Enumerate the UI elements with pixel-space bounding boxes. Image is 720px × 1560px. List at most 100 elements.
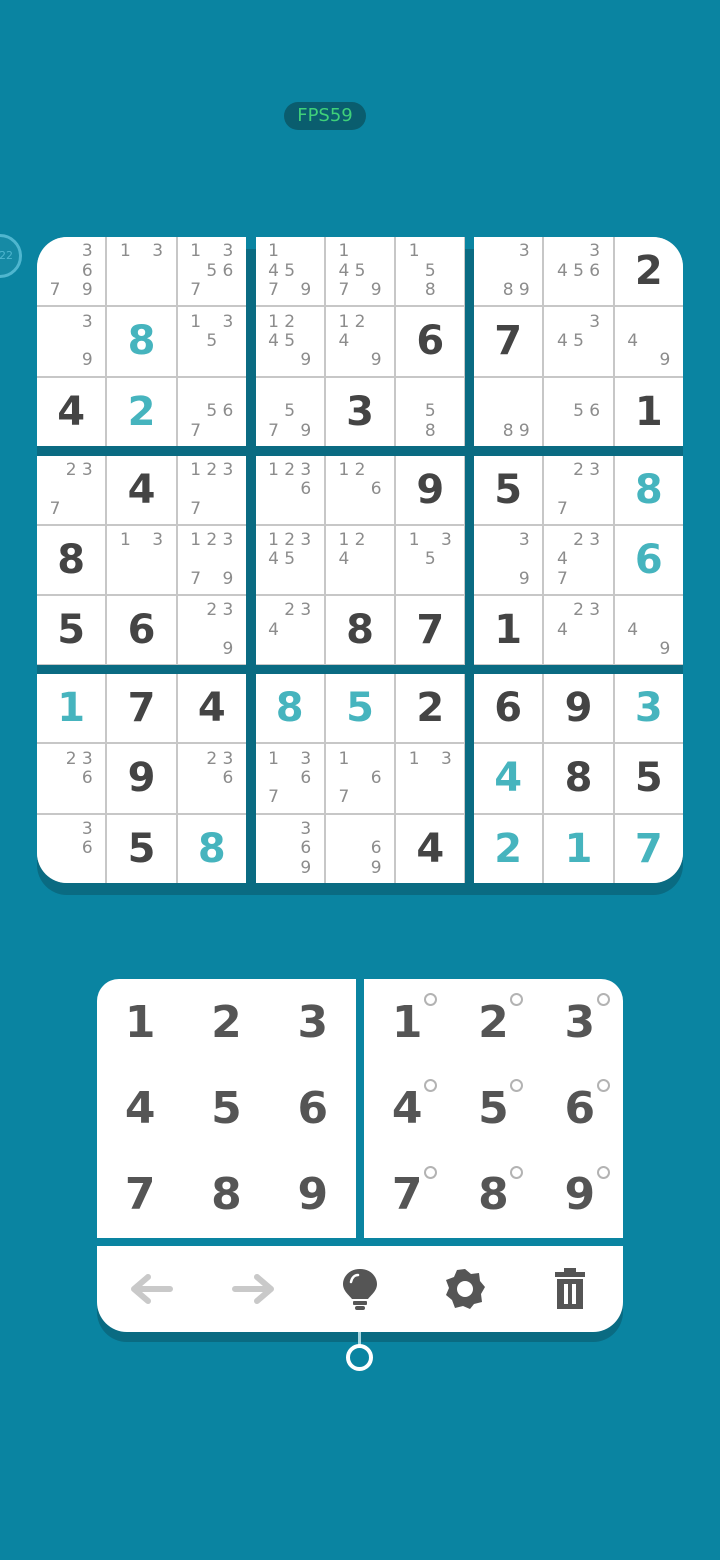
edge-floating-badge[interactable]: 22 xyxy=(0,234,22,278)
board-cell[interactable]: 2 xyxy=(107,377,176,446)
board-cell[interactable]: 1 xyxy=(37,674,106,743)
board-cell[interactable]: 12379 xyxy=(177,525,246,595)
digit-key[interactable]: 5 xyxy=(183,1065,269,1151)
board-cell[interactable]: 6 xyxy=(614,525,683,595)
board-cell[interactable]: 7 xyxy=(614,814,683,883)
board-cell[interactable]: 1 xyxy=(544,814,613,883)
board-cell[interactable]: 369 xyxy=(255,814,324,883)
board-cell[interactable]: 5 xyxy=(107,814,176,883)
redo-button[interactable] xyxy=(225,1259,285,1319)
board-cell[interactable]: 9 xyxy=(544,674,613,743)
delete-button[interactable] xyxy=(540,1259,600,1319)
board-cell[interactable]: 5 xyxy=(37,596,106,665)
board-cell[interactable]: 158 xyxy=(396,237,465,306)
board-cell[interactable]: 234 xyxy=(544,596,613,665)
board-cell[interactable]: 2 xyxy=(474,814,543,883)
board-cell[interactable]: 5 xyxy=(474,455,543,524)
note-key[interactable]: 3 xyxy=(537,979,623,1065)
board-cell[interactable]: 167 xyxy=(325,744,395,813)
note-key[interactable]: 9 xyxy=(537,1152,623,1238)
board-cell[interactable]: 56 xyxy=(544,377,613,446)
board-cell[interactable]: 126 xyxy=(325,455,395,524)
board-cell[interactable]: 7 xyxy=(396,596,465,665)
board-cell[interactable]: 6 xyxy=(396,307,465,376)
board-cell[interactable]: 8 xyxy=(37,525,106,595)
board-cell[interactable]: 237 xyxy=(37,455,106,524)
board-cell[interactable]: 4 xyxy=(37,377,106,446)
board-cell[interactable]: 6 xyxy=(107,596,176,665)
board-cell[interactable]: 2347 xyxy=(544,525,613,595)
digit-key[interactable]: 2 xyxy=(183,979,269,1065)
board-cell[interactable]: 8 xyxy=(107,307,176,376)
board-cell[interactable]: 9 xyxy=(396,455,465,524)
note-key[interactable]: 4 xyxy=(364,1065,450,1151)
note-key[interactable]: 2 xyxy=(450,979,536,1065)
note-key[interactable]: 5 xyxy=(450,1065,536,1151)
board-cell[interactable]: 14579 xyxy=(255,237,324,306)
note-key[interactable]: 7 xyxy=(364,1152,450,1238)
board-cell[interactable]: 236 xyxy=(37,744,106,813)
board-cell[interactable]: 39 xyxy=(37,307,106,376)
digit-key[interactable]: 7 xyxy=(97,1152,183,1238)
board-cell[interactable]: 389 xyxy=(474,237,543,306)
board-cell[interactable]: 58 xyxy=(396,377,465,446)
board-cell[interactable]: 2 xyxy=(396,674,465,743)
board-cell[interactable]: 8 xyxy=(544,744,613,813)
board-cell[interactable]: 8 xyxy=(177,814,246,883)
digit-key[interactable]: 3 xyxy=(270,979,356,1065)
board-cell[interactable]: 7 xyxy=(107,674,176,743)
digit-key[interactable]: 9 xyxy=(270,1152,356,1238)
digit-key[interactable]: 8 xyxy=(183,1152,269,1238)
drag-handle[interactable] xyxy=(346,1344,373,1371)
board-cell[interactable]: 13567 xyxy=(177,237,246,306)
board-cell[interactable]: 579 xyxy=(255,377,324,446)
board-cell[interactable]: 2 xyxy=(614,237,683,306)
board-cell[interactable]: 69 xyxy=(325,814,395,883)
note-key[interactable]: 6 xyxy=(537,1065,623,1151)
digit-key[interactable]: 1 xyxy=(97,979,183,1065)
board-cell[interactable]: 6 xyxy=(474,674,543,743)
board-cell[interactable]: 13 xyxy=(396,744,465,813)
board-cell[interactable]: 567 xyxy=(177,377,246,446)
hint-button[interactable] xyxy=(330,1259,390,1319)
board-cell[interactable]: 1367 xyxy=(255,744,324,813)
board-cell[interactable]: 5 xyxy=(614,744,683,813)
board-cell[interactable]: 12345 xyxy=(255,525,324,595)
board-cell[interactable]: 8 xyxy=(614,455,683,524)
board-cell[interactable]: 89 xyxy=(474,377,543,446)
board-cell[interactable]: 4 xyxy=(177,674,246,743)
undo-button[interactable] xyxy=(120,1259,180,1319)
board-cell[interactable]: 236 xyxy=(177,744,246,813)
board-cell[interactable]: 1236 xyxy=(255,455,324,524)
digit-key[interactable]: 6 xyxy=(270,1065,356,1151)
board-cell[interactable]: 345 xyxy=(544,307,613,376)
board-cell[interactable]: 9 xyxy=(107,744,176,813)
board-cell[interactable]: 234 xyxy=(255,596,324,665)
board-cell[interactable]: 1 xyxy=(474,596,543,665)
board-cell[interactable]: 1 xyxy=(614,377,683,446)
board-cell[interactable]: 49 xyxy=(614,596,683,665)
board-cell[interactable]: 4 xyxy=(474,744,543,813)
board-cell[interactable]: 5 xyxy=(325,674,395,743)
board-cell[interactable]: 124 xyxy=(325,525,395,595)
board-cell[interactable]: 3 xyxy=(614,674,683,743)
board-cell[interactable]: 1237 xyxy=(177,455,246,524)
board-cell[interactable]: 23 9 xyxy=(177,596,246,665)
board-cell[interactable]: 49 xyxy=(614,307,683,376)
board-cell[interactable]: 135 xyxy=(177,307,246,376)
board-cell[interactable]: 8 xyxy=(255,674,324,743)
board-cell[interactable]: 3456 xyxy=(544,237,613,306)
board-cell[interactable]: 3 xyxy=(325,377,395,446)
board-cell[interactable]: 12459 xyxy=(255,307,324,376)
board-cell[interactable]: 4 xyxy=(396,814,465,883)
note-key[interactable]: 8 xyxy=(450,1152,536,1238)
board-cell[interactable]: 1249 xyxy=(325,307,395,376)
board-cell[interactable]: 14579 xyxy=(325,237,395,306)
board-cell[interactable]: 3679 xyxy=(37,237,106,306)
settings-button[interactable] xyxy=(435,1259,495,1319)
board-cell[interactable]: 13 xyxy=(107,525,176,595)
board-cell[interactable]: 36 xyxy=(37,814,106,883)
note-key[interactable]: 1 xyxy=(364,979,450,1065)
board-cell[interactable]: 8 xyxy=(325,596,395,665)
digit-key[interactable]: 4 xyxy=(97,1065,183,1151)
